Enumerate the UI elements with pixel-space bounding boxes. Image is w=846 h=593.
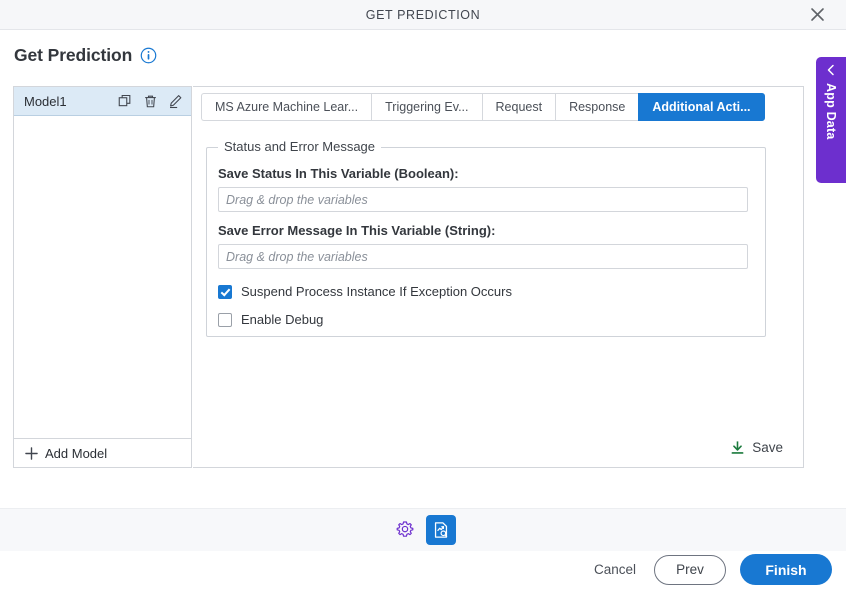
save-label: Save xyxy=(752,440,783,455)
footer-toolbar xyxy=(0,508,846,551)
content-panel: MS Azure Machine Lear... Triggering Ev..… xyxy=(193,86,804,468)
app-data-panel-toggle[interactable]: App Data xyxy=(816,57,846,183)
info-icon[interactable] xyxy=(140,47,157,64)
save-status-label: Save Status In This Variable (Boolean): xyxy=(218,166,459,181)
tab-additional-actions[interactable]: Additional Acti... xyxy=(638,93,765,121)
page-header: Get Prediction xyxy=(14,45,157,66)
prev-button[interactable]: Prev xyxy=(654,554,726,585)
model-list-item[interactable]: Model1 xyxy=(14,87,191,116)
enable-debug-label: Enable Debug xyxy=(241,312,324,327)
tab-triggering-event[interactable]: Triggering Ev... xyxy=(371,93,482,121)
gear-icon xyxy=(396,521,414,537)
tab-label: Additional Acti... xyxy=(652,100,751,114)
model-list-panel: Model1 Add Model xyxy=(13,86,192,468)
save-status-field-group: Save Status In This Variable (Boolean): xyxy=(218,166,748,212)
model-row-actions xyxy=(118,94,183,109)
add-model-button[interactable]: Add Model xyxy=(14,438,191,467)
plus-icon xyxy=(25,446,38,460)
chevron-left-icon xyxy=(827,64,834,76)
tab-label: MS Azure Machine Lear... xyxy=(215,100,359,114)
enable-debug-checkbox-row[interactable]: Enable Debug xyxy=(218,312,323,327)
add-model-label: Add Model xyxy=(45,445,108,461)
model-name: Model1 xyxy=(24,93,67,109)
copy-icon[interactable] xyxy=(118,94,133,109)
finish-button[interactable]: Finish xyxy=(740,554,832,585)
page-title: Get Prediction xyxy=(14,45,133,65)
save-error-input[interactable] xyxy=(218,244,748,269)
delete-icon[interactable] xyxy=(143,94,158,109)
tabstrip: MS Azure Machine Lear... Triggering Ev..… xyxy=(201,93,765,121)
save-error-label: Save Error Message In This Variable (Str… xyxy=(218,223,496,238)
close-button[interactable] xyxy=(800,0,834,29)
tab-response[interactable]: Response xyxy=(555,93,639,121)
save-status-input[interactable] xyxy=(218,187,748,212)
app-data-label: App Data xyxy=(824,83,838,140)
tab-label: Request xyxy=(495,100,543,114)
tab-label: Triggering Ev... xyxy=(385,100,469,114)
save-button[interactable]: Save xyxy=(730,440,783,455)
edit-icon[interactable] xyxy=(168,94,183,109)
prediction-report-icon xyxy=(434,522,448,538)
close-icon xyxy=(810,8,824,21)
window-titlebar: GET PREDICTION xyxy=(0,0,846,30)
tab-request[interactable]: Request xyxy=(481,93,556,121)
suspend-process-label: Suspend Process Instance If Exception Oc… xyxy=(241,284,512,299)
prediction-report-button[interactable] xyxy=(426,515,456,545)
suspend-process-checkbox-row[interactable]: Suspend Process Instance If Exception Oc… xyxy=(218,284,512,299)
cancel-button[interactable]: Cancel xyxy=(590,556,640,583)
fieldset-legend: Status and Error Message xyxy=(218,139,382,154)
tab-label: Response xyxy=(569,100,626,114)
enable-debug-checkbox[interactable] xyxy=(218,312,232,327)
dialog-actions: Cancel Prev Finish xyxy=(590,554,832,585)
status-and-error-message-fieldset: Status and Error Message Save Status In … xyxy=(206,139,766,337)
window-title: GET PREDICTION xyxy=(365,7,481,22)
suspend-process-checkbox[interactable] xyxy=(218,284,232,299)
download-icon xyxy=(731,441,744,454)
tab-ms-azure-machine-learning[interactable]: MS Azure Machine Lear... xyxy=(201,93,372,121)
settings-button[interactable] xyxy=(390,515,420,545)
model-list-body xyxy=(14,116,191,438)
save-error-field-group: Save Error Message In This Variable (Str… xyxy=(218,223,748,269)
